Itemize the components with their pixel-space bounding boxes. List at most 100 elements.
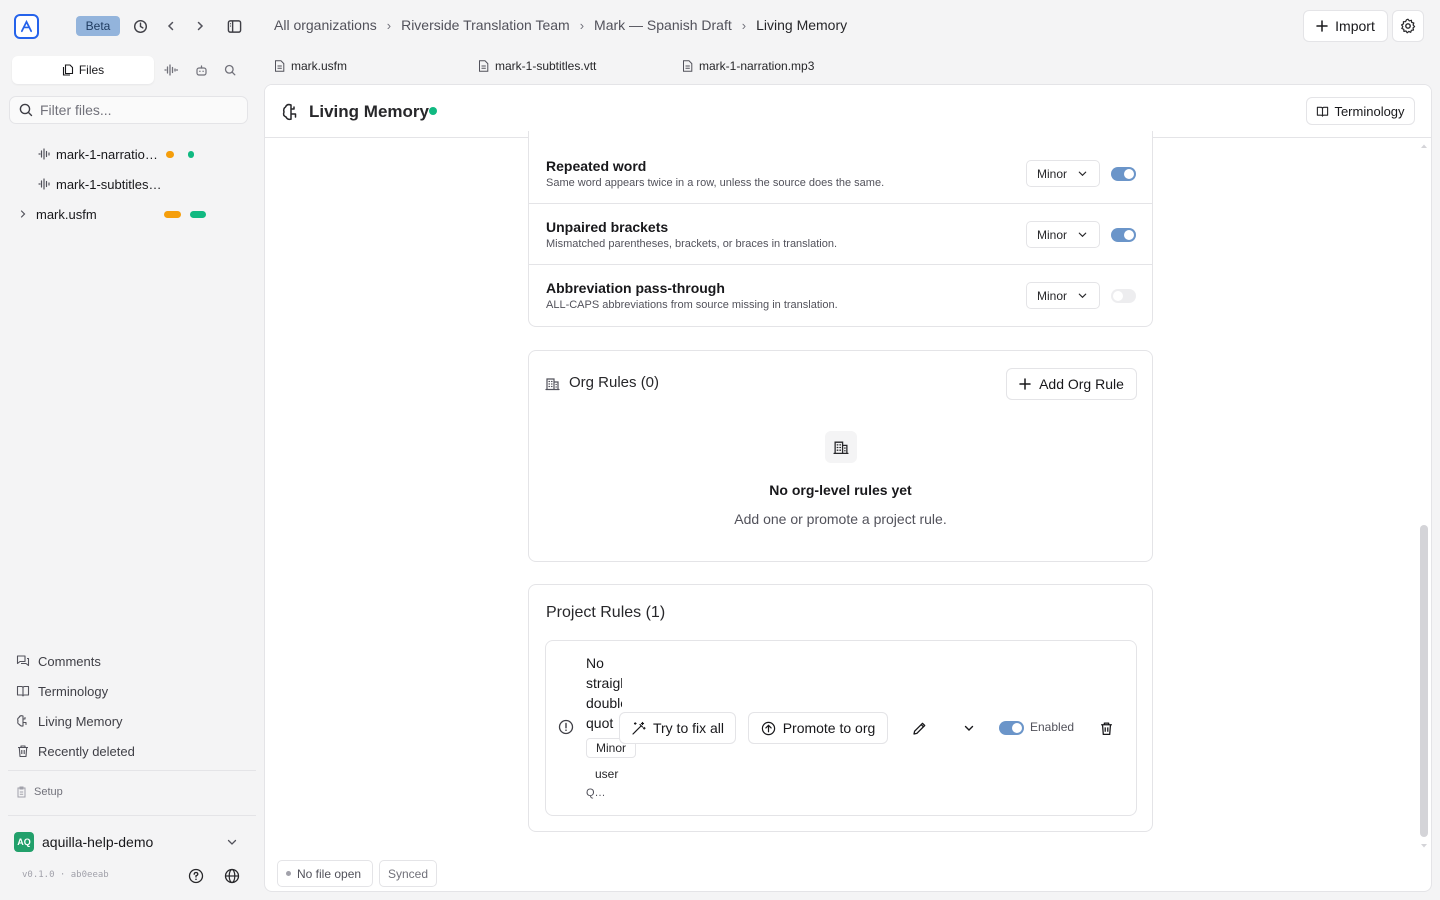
workspace-switcher[interactable]: AQ aquilla-help-demo [14,830,250,854]
terminology-button[interactable]: Terminology [1306,97,1415,125]
tab-label: mark-1-subtitles.vtt [495,58,597,73]
rule-title-line: double [586,695,622,711]
tab-files[interactable]: Files [12,56,154,84]
tab-mark-1-subtitles[interactable]: mark-1-subtitles.vtt [470,53,666,78]
tab-mark-1-narration[interactable]: mark-1-narration.mp3 [674,53,870,78]
filter-files-input[interactable] [40,102,230,118]
scroll-up-icon[interactable] [1420,143,1428,149]
scrollbar-thumb[interactable] [1420,525,1428,837]
status-pill-review [166,150,174,158]
bot-icon[interactable] [190,59,212,81]
brain-icon [17,715,27,727]
app-logo[interactable] [14,14,39,39]
alert-circle-icon [558,719,574,735]
breadcrumb-all-organizations[interactable]: All organizations [274,17,377,33]
breadcrumb-project[interactable]: Mark — Spanish Draft [594,17,732,33]
tab-label: mark-1-narration.mp3 [699,58,815,73]
audio-waveform-icon[interactable] [160,59,182,81]
nav-setup[interactable]: Setup [16,781,63,803]
file-status-dot [286,871,291,876]
enabled-label: Enabled [1030,720,1075,734]
try-to-fix-all-button[interactable]: Try to fix all [619,712,736,744]
nav-terminology-label: Terminology [38,683,109,699]
globe-icon[interactable] [221,865,243,887]
rule-enabled-toggle[interactable] [1111,228,1136,242]
nav-comments-label: Comments [38,653,101,669]
status-pill-track [188,150,210,158]
search-icon[interactable] [219,59,241,81]
nav-recently-deleted[interactable]: Recently deleted [16,740,135,762]
tab-files-label: Files [78,63,105,77]
file-icon [275,59,285,72]
severity-select[interactable]: Minor [1026,160,1100,187]
builtin-rules-list: Repeated word Same word appears twice in… [528,131,1153,327]
help-icon[interactable] [185,865,207,887]
history-icon[interactable] [129,15,151,37]
filter-files-field[interactable] [9,96,248,124]
nav-setup-label: Setup [34,786,63,798]
file-item-subtitles[interactable]: mark-1-subtitles… [38,172,218,196]
file-item-narration[interactable]: mark-1-narratio… [38,142,218,166]
book-icon [16,685,30,697]
breadcrumb-organization[interactable]: Riverside Translation Team [401,17,570,33]
tab-mark-usfm[interactable]: mark.usfm [266,53,462,78]
trash-icon [18,745,28,758]
try-to-fix-all-label: Try to fix all [652,720,725,736]
severity-select[interactable]: Minor [1026,221,1100,248]
file-status-chip[interactable]: No file open [277,860,373,887]
breadcrumb: All organizations › Riverside Translatio… [274,17,847,33]
forward-icon[interactable] [189,15,211,37]
rule-enabled-toggle[interactable] [1111,289,1136,303]
living-memory-panel: Living Memory Terminology Repeated word … [264,84,1432,892]
chevron-down-icon[interactable] [958,717,980,739]
tab-label: mark.usfm [291,58,348,73]
version-label: v0.1.0 · ab0eeab [22,870,109,880]
terminology-label: Terminology [1334,103,1405,119]
chevron-right-icon[interactable] [18,209,28,219]
empty-state-subtitle: Add one or promote a project rule. [734,511,947,527]
nav-comments[interactable]: Comments [16,650,101,672]
file-item-mark-usfm[interactable]: mark.usfm [18,202,218,226]
rule-enabled-toggle[interactable] [1111,167,1136,181]
rule-enabled-toggle[interactable] [999,721,1024,735]
panel-title: Living Memory [309,102,429,121]
plus-icon [1316,20,1328,32]
project-rule-title: No straight double quot [586,653,622,733]
file-name: mark-1-subtitles… [56,176,162,192]
severity-select[interactable]: Minor [1026,282,1100,309]
rule-description: Mismatched parentheses, brackets, or bra… [546,238,838,250]
nav-terminology[interactable]: Terminology [16,680,108,702]
trash-icon[interactable] [1095,717,1117,739]
nav-living-memory-label: Living Memory [38,713,123,729]
file-icon [479,59,489,72]
back-icon[interactable] [160,15,182,37]
toggle-knob [1124,230,1134,240]
import-button[interactable]: Import [1303,10,1388,42]
settings-button[interactable] [1392,10,1424,42]
toggle-knob [1113,291,1123,301]
status-pill-done [190,210,206,218]
toggle-knob [1012,723,1022,733]
empty-state-title: No org-level rules yet [769,482,912,498]
sidebar: Files mark-1-narratio… mark-1-subtitles…… [0,52,264,900]
book-icon [1317,106,1329,117]
building-icon [833,441,849,455]
nav-recently-deleted-label: Recently deleted [38,743,135,759]
rule-title-line: No [586,655,604,671]
add-org-rule-button[interactable]: Add Org Rule [1006,368,1137,400]
search-icon [19,103,33,117]
sidebar-toggle-icon[interactable] [223,15,245,37]
brain-icon [282,103,297,121]
sidebar-tabs: Files [12,56,248,84]
project-rules-card: Project Rules (1) No straight double quo… [528,584,1153,832]
scroll-down-icon[interactable] [1420,843,1428,849]
pencil-icon[interactable] [908,717,930,739]
rule-title: Unpaired brackets [546,219,669,235]
top-bar: Beta All organizations › Riverside Trans… [0,0,1440,52]
promote-to-org-button[interactable]: Promote to org [748,712,888,744]
gear-icon [1401,18,1416,34]
file-name: mark-1-narratio… [56,146,158,162]
rule-row-unpaired-brackets: Unpaired brackets Mismatched parentheses… [529,204,1152,265]
nav-living-memory[interactable]: Living Memory [16,710,123,732]
add-org-rule-label: Add Org Rule [1039,376,1124,392]
